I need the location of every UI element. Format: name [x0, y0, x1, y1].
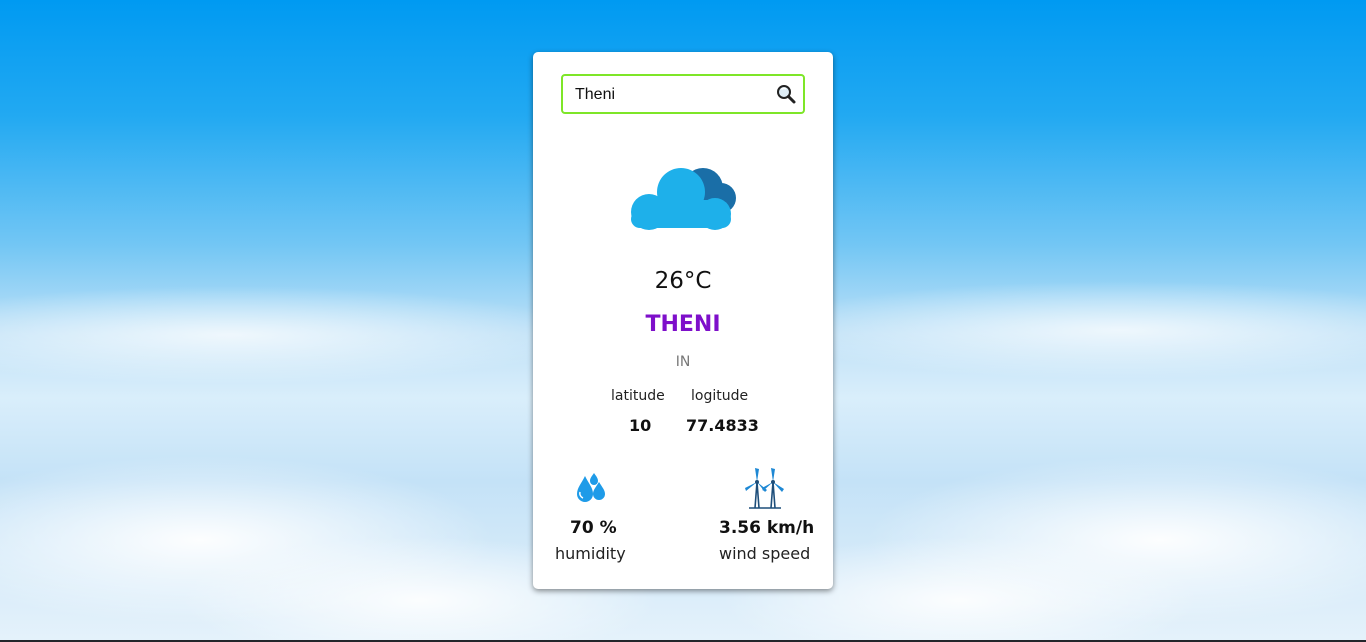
search-box — [561, 74, 805, 114]
longitude-label: logitude — [691, 388, 749, 404]
cloud-icon — [623, 156, 743, 236]
search-icon[interactable] — [775, 83, 797, 105]
weather-card: 26°C THENI IN latitude logitude 10 77.48… — [533, 52, 833, 589]
temperature: 26°C — [654, 268, 712, 294]
latitude-label: latitude — [611, 388, 665, 404]
country-code: IN — [675, 354, 691, 370]
humidity-label: humidity — [555, 544, 626, 563]
humidity-value: 70 % — [570, 518, 617, 538]
city-name: THENI — [645, 312, 721, 337]
wind-speed-value: 3.56 km/h — [719, 518, 815, 538]
longitude-value: 77.4833 — [686, 416, 759, 435]
water-drops-icon — [571, 470, 611, 506]
wind-speed-label: wind speed — [719, 544, 811, 563]
latitude-value: 10 — [629, 416, 652, 435]
wind-turbine-icon — [743, 466, 787, 510]
search-input[interactable] — [573, 82, 773, 108]
